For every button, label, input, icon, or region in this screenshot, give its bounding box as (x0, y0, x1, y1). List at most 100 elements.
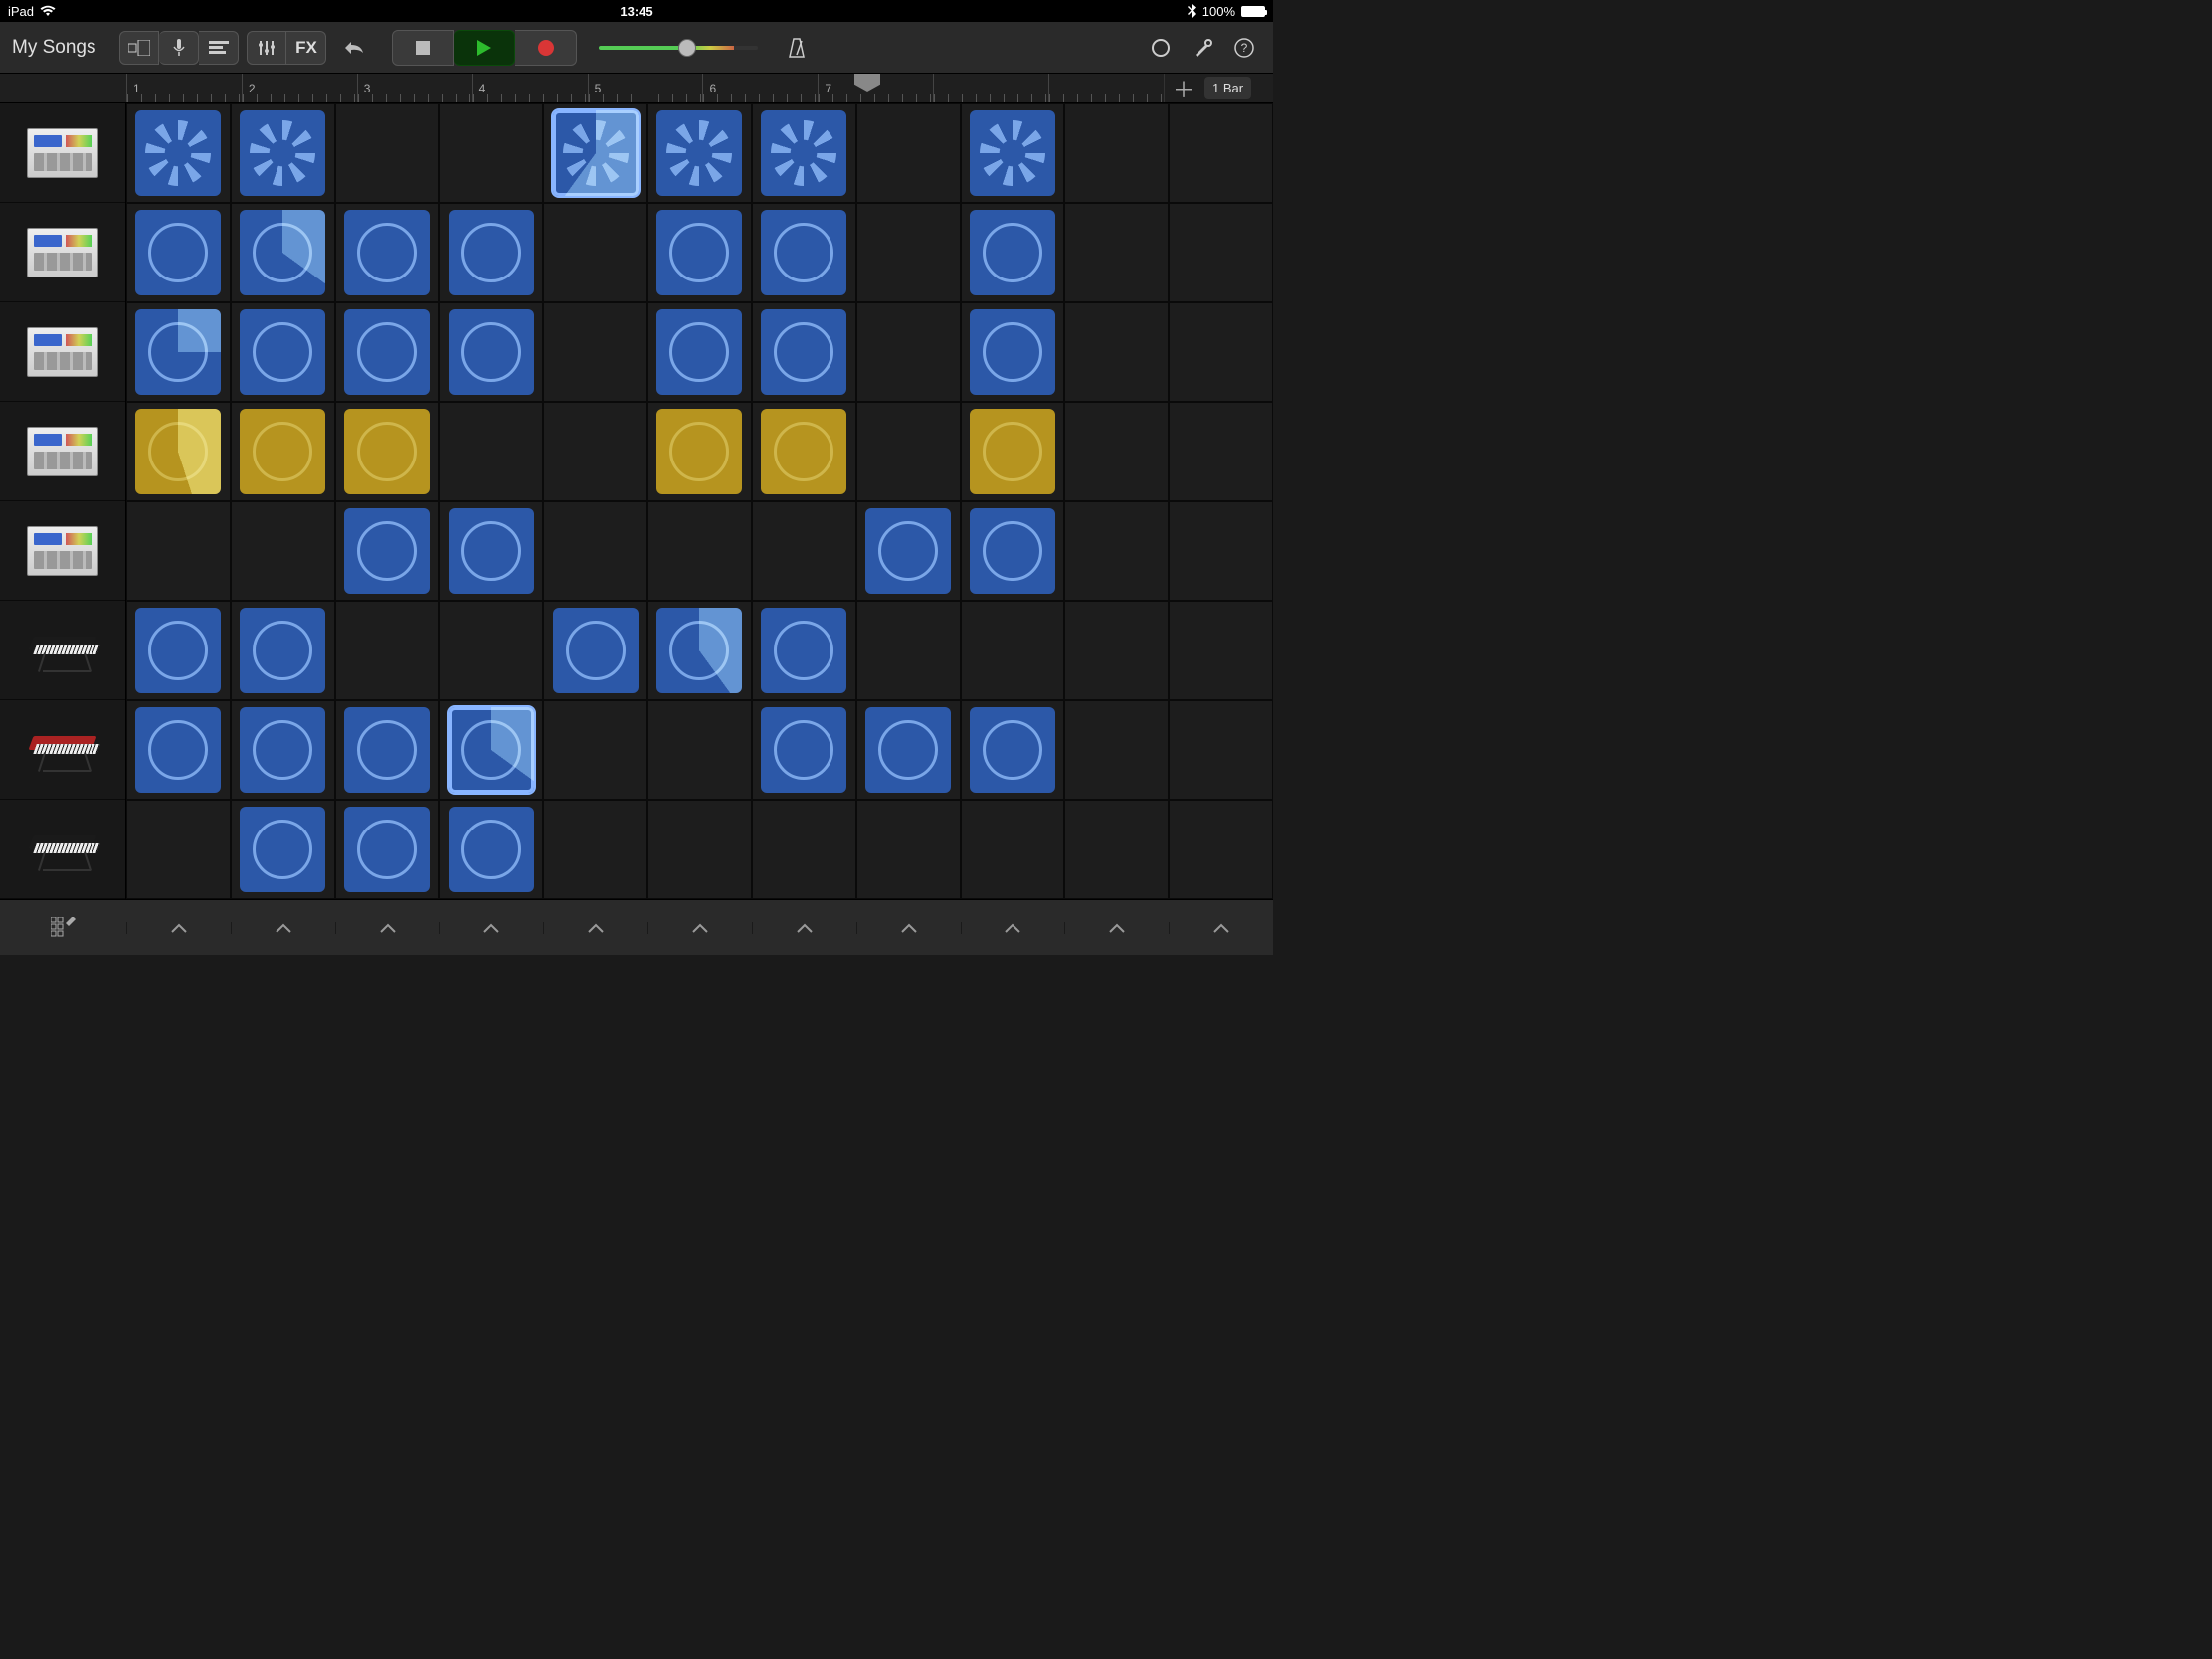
track-header-4[interactable] (0, 501, 125, 601)
undo-button[interactable] (334, 31, 374, 65)
track-header-3[interactable] (0, 402, 125, 501)
ruler-bar-1[interactable]: 1 (126, 74, 242, 102)
grid-cell[interactable] (1169, 800, 1273, 899)
loop-clip[interactable] (449, 309, 534, 395)
grid-cell[interactable] (126, 601, 231, 700)
grid-cell[interactable] (126, 103, 231, 203)
grid-cell[interactable] (961, 302, 1065, 402)
metronome-button[interactable] (780, 31, 814, 65)
loop-clip[interactable] (344, 508, 430, 594)
grid-cell[interactable] (647, 302, 752, 402)
grid-cell[interactable] (961, 700, 1065, 800)
tracks-button[interactable] (199, 31, 239, 65)
grid-cell[interactable] (335, 700, 440, 800)
grid-cell[interactable] (1064, 203, 1169, 302)
grid-cell[interactable] (335, 402, 440, 501)
grid-cell[interactable] (856, 203, 961, 302)
column-trigger[interactable] (856, 922, 961, 934)
grid-cell[interactable] (752, 402, 856, 501)
grid-cell[interactable] (439, 501, 543, 601)
grid-cell[interactable] (543, 800, 647, 899)
loop-clip[interactable] (449, 210, 534, 295)
grid-cell[interactable] (856, 103, 961, 203)
column-trigger[interactable] (647, 922, 752, 934)
grid-cell[interactable] (961, 501, 1065, 601)
loop-clip[interactable] (135, 608, 221, 693)
loop-clip[interactable] (865, 508, 951, 594)
loop-clip[interactable] (970, 508, 1055, 594)
grid-cell[interactable] (439, 103, 543, 203)
loop-clip[interactable] (449, 508, 534, 594)
grid-cell[interactable] (856, 501, 961, 601)
loop-clip[interactable] (240, 110, 325, 196)
grid-cell[interactable] (961, 800, 1065, 899)
loop-clip[interactable] (553, 608, 639, 693)
grid-cell[interactable] (752, 800, 856, 899)
grid-cell[interactable] (335, 203, 440, 302)
volume-thumb[interactable] (678, 39, 696, 57)
loop-clip[interactable] (656, 409, 742, 494)
loop-clip[interactable] (970, 707, 1055, 793)
loop-clip[interactable] (865, 707, 951, 793)
page-title[interactable]: My Songs (12, 37, 95, 59)
grid-cell[interactable] (752, 302, 856, 402)
loop-clip[interactable] (240, 309, 325, 395)
grid-cell[interactable] (335, 302, 440, 402)
grid-cell[interactable] (856, 700, 961, 800)
grid-cell[interactable] (126, 800, 231, 899)
loop-clip[interactable] (344, 309, 430, 395)
grid-cell[interactable] (647, 203, 752, 302)
track-header-5[interactable] (0, 601, 125, 700)
loop-clip[interactable] (135, 210, 221, 295)
loop-clip[interactable] (344, 210, 430, 295)
ruler-bar-4[interactable]: 4 (472, 74, 588, 102)
track-header-0[interactable] (0, 103, 125, 203)
loop-clip[interactable] (135, 309, 221, 395)
grid-cell[interactable] (126, 700, 231, 800)
volume-slider[interactable] (599, 46, 758, 50)
grid-cell[interactable] (335, 800, 440, 899)
grid-cell[interactable] (752, 103, 856, 203)
grid-cell[interactable] (543, 103, 647, 203)
grid-cell[interactable] (961, 402, 1065, 501)
grid-cell[interactable] (231, 302, 335, 402)
loop-clip[interactable] (240, 409, 325, 494)
grid-cell[interactable] (647, 103, 752, 203)
loop-clip[interactable] (344, 409, 430, 494)
loop-clip[interactable] (135, 707, 221, 793)
grid-cell[interactable] (1064, 501, 1169, 601)
track-header-7[interactable] (0, 800, 125, 899)
grid-cell[interactable] (231, 501, 335, 601)
column-trigger[interactable] (439, 922, 543, 934)
grid-cell[interactable] (856, 800, 961, 899)
grid-cell[interactable] (647, 700, 752, 800)
help-button[interactable]: ? (1227, 31, 1261, 65)
grid-cell[interactable] (856, 601, 961, 700)
loop-clip[interactable] (761, 409, 846, 494)
grid-cell[interactable] (543, 700, 647, 800)
loop-clip[interactable] (970, 110, 1055, 196)
grid-cell[interactable] (752, 501, 856, 601)
grid-cell[interactable] (1169, 203, 1273, 302)
loop-clip[interactable] (656, 608, 742, 693)
grid-cell[interactable] (1064, 103, 1169, 203)
loop-clip[interactable] (553, 110, 639, 196)
grid-cell[interactable] (647, 601, 752, 700)
grid-cell[interactable] (126, 501, 231, 601)
loop-clip[interactable] (761, 608, 846, 693)
mixer-button[interactable] (247, 31, 286, 65)
zoom-label[interactable]: 1 Bar (1204, 77, 1251, 99)
grid-cell[interactable] (1064, 402, 1169, 501)
loop-clip[interactable] (761, 707, 846, 793)
grid-cell[interactable] (439, 203, 543, 302)
loop-clip[interactable] (449, 807, 534, 892)
grid-cell[interactable] (439, 601, 543, 700)
loop-clip[interactable] (449, 707, 534, 793)
grid-cell[interactable] (543, 302, 647, 402)
grid-cell[interactable] (1169, 302, 1273, 402)
grid-cell[interactable] (961, 203, 1065, 302)
loop-clip[interactable] (344, 807, 430, 892)
grid-cell[interactable] (335, 601, 440, 700)
column-trigger[interactable] (543, 922, 647, 934)
grid-cell[interactable] (543, 402, 647, 501)
